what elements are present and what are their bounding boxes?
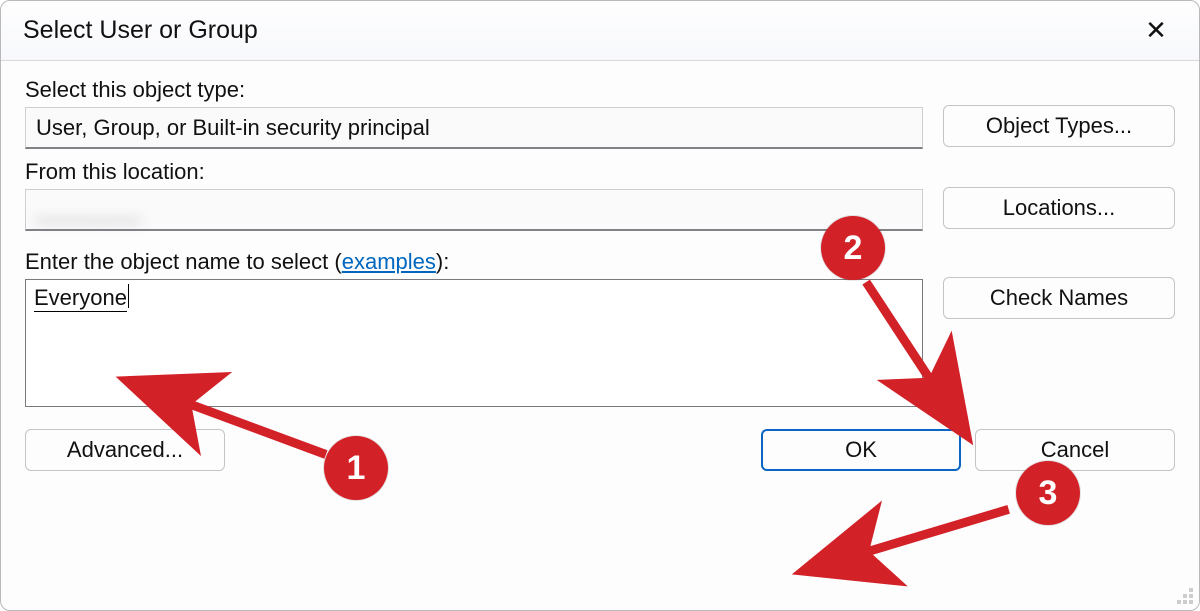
close-icon: ✕: [1145, 15, 1167, 46]
titlebar: Select User or Group ✕: [1, 1, 1199, 61]
locations-button[interactable]: Locations...: [943, 187, 1175, 229]
from-location-label: From this location:: [25, 159, 923, 185]
object-type-value: User, Group, or Built-in security princi…: [36, 115, 430, 141]
dialog-content: Select this object type: User, Group, or…: [1, 61, 1199, 489]
object-type-row: Select this object type: User, Group, or…: [25, 77, 1175, 149]
location-row: From this location: ________ Locations..…: [25, 159, 1175, 231]
close-button[interactable]: ✕: [1133, 8, 1179, 54]
object-types-button[interactable]: Object Types...: [943, 105, 1175, 147]
ok-button[interactable]: OK: [761, 429, 961, 471]
examples-link[interactable]: examples: [342, 249, 436, 274]
resize-grip-icon[interactable]: [1173, 584, 1195, 606]
ok-button-label: OK: [845, 437, 877, 463]
object-type-label: Select this object type:: [25, 77, 923, 103]
advanced-button[interactable]: Advanced...: [25, 429, 225, 471]
object-types-button-label: Object Types...: [986, 113, 1132, 139]
location-field: ________: [25, 189, 923, 231]
object-name-input[interactable]: Everyone: [25, 279, 923, 407]
enter-name-label: Enter the object name to select (example…: [25, 249, 923, 275]
cancel-button[interactable]: Cancel: [975, 429, 1175, 471]
dialog-buttons-row: Advanced... OK Cancel: [25, 429, 1175, 471]
check-names-button[interactable]: Check Names: [943, 277, 1175, 319]
location-value: ________: [36, 197, 142, 223]
check-names-button-label: Check Names: [990, 285, 1128, 311]
object-name-entered: Everyone: [34, 285, 127, 312]
cancel-button-label: Cancel: [1041, 437, 1109, 463]
locations-button-label: Locations...: [1003, 195, 1116, 221]
select-user-or-group-dialog: Select User or Group ✕ Select this objec…: [0, 0, 1200, 611]
object-type-field: User, Group, or Built-in security princi…: [25, 107, 923, 149]
enter-name-row: Enter the object name to select (example…: [25, 249, 1175, 407]
advanced-button-label: Advanced...: [67, 437, 183, 463]
text-caret: [128, 284, 129, 308]
dialog-title: Select User or Group: [23, 16, 1133, 45]
